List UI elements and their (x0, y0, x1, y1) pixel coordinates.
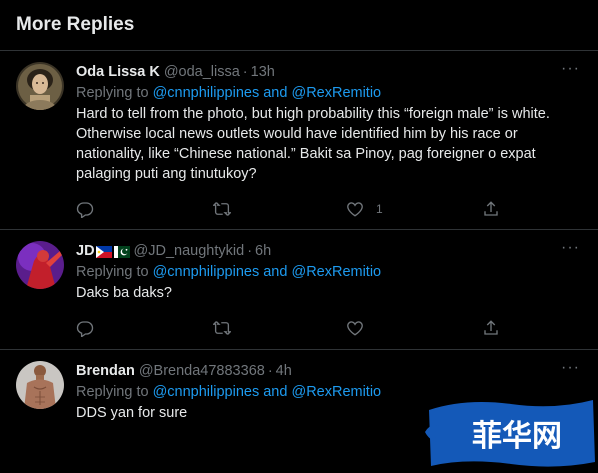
share-button[interactable] (482, 319, 500, 337)
share-icon (484, 201, 498, 216)
shirtless-man-avatar (16, 361, 64, 409)
tweet-text-line: Hard to tell from the photo, but high pr… (76, 106, 550, 122)
tweet-text-line: Otherwise local news outlets would have … (76, 126, 518, 142)
retweet-icon (213, 321, 231, 335)
replying-to: Replying to @cnnphilippines and @RexRemi… (76, 83, 582, 103)
mention-link[interactable]: @cnnphilippines (153, 264, 260, 280)
retweet-button[interactable] (213, 200, 231, 218)
retweet-button[interactable] (213, 319, 231, 337)
portrait-painting-avatar (16, 62, 64, 110)
author-handle[interactable]: @JD_naughtykid (134, 242, 245, 261)
mention-link[interactable]: @cnnphilippines (153, 85, 260, 101)
timestamp[interactable]: 13h (251, 63, 275, 82)
timestamp[interactable]: 4h (276, 362, 292, 381)
like-button[interactable]: 1 (346, 200, 383, 218)
mention-link[interactable]: @RexRemitio (291, 85, 381, 101)
tweet-text: Hard to tell from the photo, but high pr… (76, 104, 586, 184)
tweet-text: Daks ba daks? (76, 283, 586, 303)
red-figure-avatar (16, 241, 64, 289)
reply-button[interactable] (76, 319, 94, 337)
reply-tweet[interactable]: ··· JD @JD_naughtykid · 6h Replying to @… (0, 230, 598, 350)
mention-link[interactable]: @cnnphilippines (153, 384, 260, 400)
share-icon (484, 320, 498, 335)
replying-prefix: Replying to (76, 384, 149, 400)
replying-and: and (263, 384, 288, 400)
tweet-text-line: palaging puti ang tinutukoy? (76, 166, 257, 182)
section-title: More Replies (16, 14, 135, 35)
replying-and: and (263, 264, 288, 280)
tweet-text-line: Daks ba daks? (76, 285, 172, 301)
like-count: 1 (376, 202, 383, 216)
author-handle[interactable]: @oda_lissa (164, 63, 240, 82)
retweet-icon (213, 202, 231, 216)
replying-prefix: Replying to (76, 264, 149, 280)
timestamp[interactable]: 6h (255, 242, 271, 261)
watermark-graphic: 菲华网 (425, 400, 595, 467)
author-name[interactable]: Brendan (76, 362, 135, 381)
mention-link[interactable]: @RexRemitio (291, 384, 381, 400)
reply-tweet[interactable]: ··· Oda Lissa K @oda_lissa · 13h Replyin… (0, 50, 598, 230)
reply-button[interactable] (76, 200, 94, 218)
heart-icon (347, 321, 363, 336)
watermark-text: 菲华网 (472, 419, 562, 454)
avatar[interactable] (16, 241, 64, 289)
replying-and: and (263, 85, 288, 101)
separator-dot: · (247, 243, 253, 259)
replying-prefix: Replying to (76, 85, 149, 101)
author-name[interactable]: Oda Lissa K (76, 63, 160, 82)
tweet-text-line: nationality, like “Chinese national.” Ba… (76, 146, 536, 162)
philippines-flag-icon (95, 245, 112, 258)
reply-icon (76, 321, 94, 337)
share-button[interactable] (482, 200, 500, 218)
avatar[interactable] (16, 62, 64, 110)
heart-icon (347, 202, 363, 217)
author-handle[interactable]: @Brenda47883368 (139, 362, 265, 381)
reply-icon (76, 202, 94, 218)
separator-dot: · (242, 64, 248, 80)
tweet-actions: 1 (76, 199, 506, 219)
author-name[interactable]: JD (76, 242, 95, 261)
replying-to: Replying to @cnnphilippines and @RexRemi… (76, 262, 582, 282)
mention-link[interactable]: @RexRemitio (291, 264, 381, 280)
watermark-logo: 菲华网 (425, 392, 598, 473)
tweet-actions (76, 318, 506, 338)
like-button[interactable] (346, 319, 364, 337)
separator-dot: · (267, 363, 273, 379)
avatar[interactable] (16, 361, 64, 409)
pakistan-flag-icon (113, 245, 130, 258)
more-replies-page: More Replies ··· Oda Lissa K @oda_lissa … (0, 0, 598, 473)
